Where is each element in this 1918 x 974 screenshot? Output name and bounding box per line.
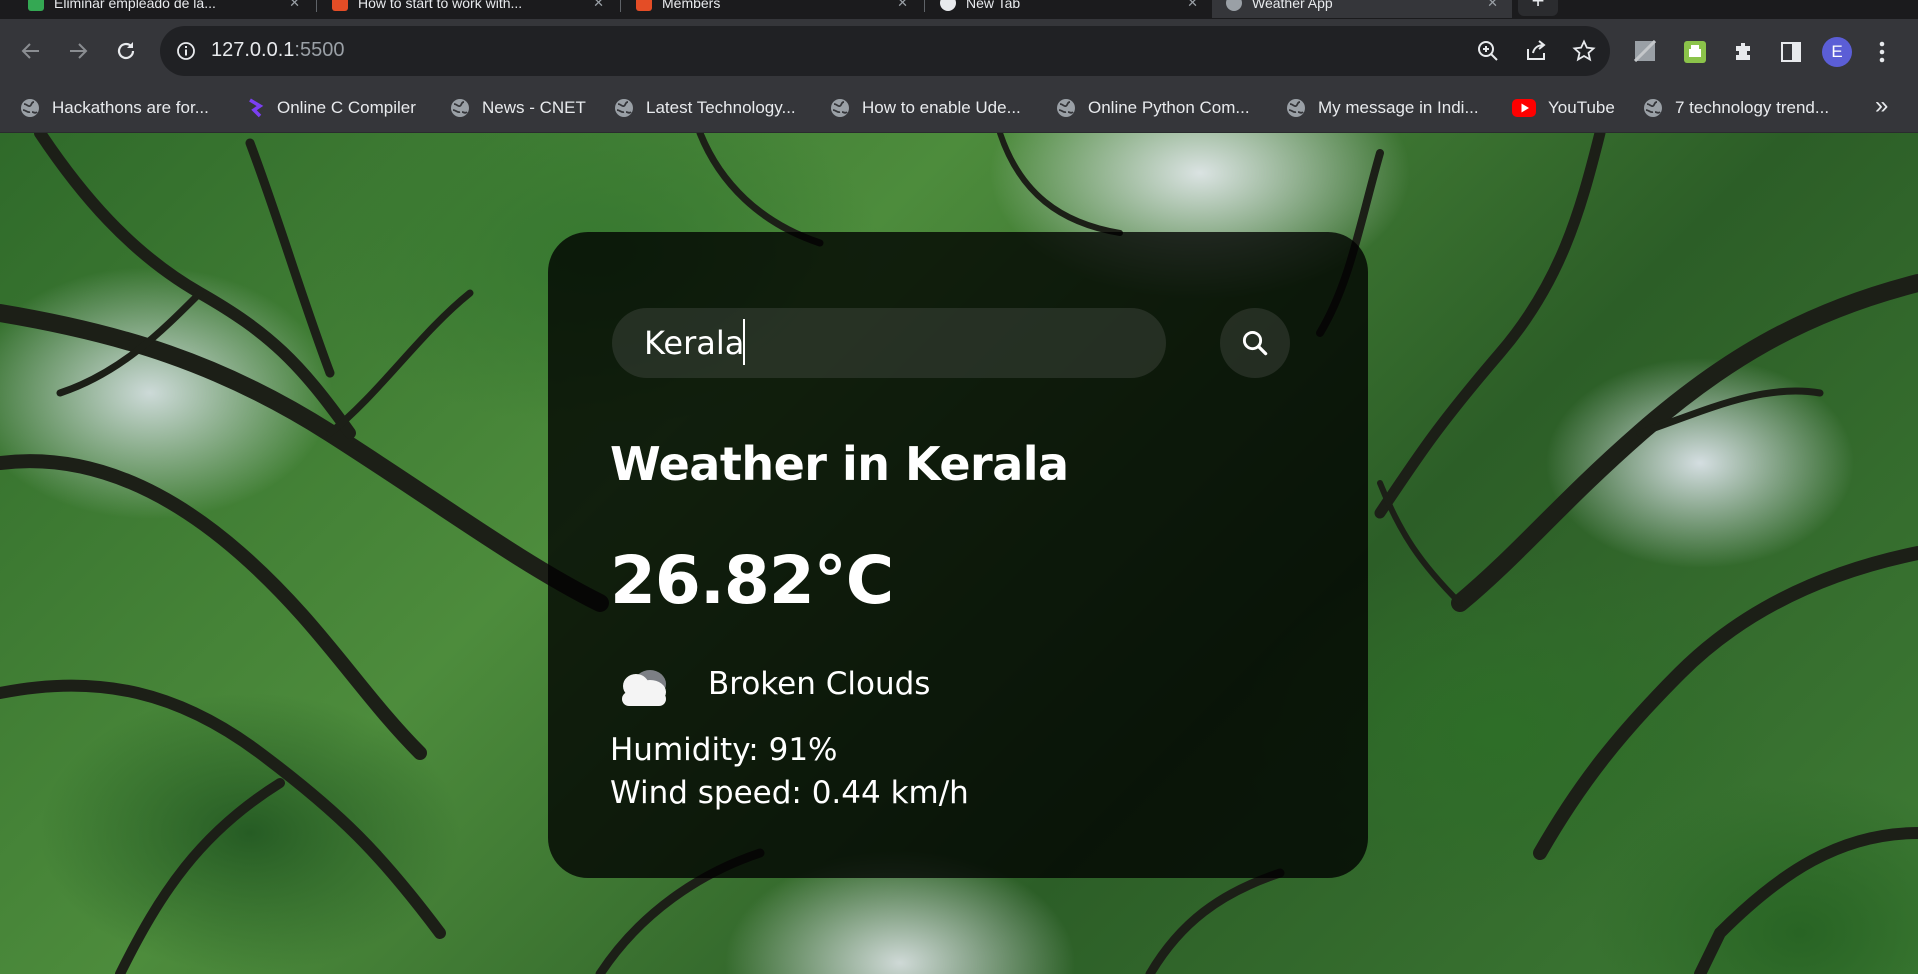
- tab-4[interactable]: New Tab ✕: [926, 0, 1212, 18]
- forward-arrow-icon: [70, 43, 88, 59]
- tab-strip: Eliminar empleado de la... ✕ How to star…: [0, 0, 1918, 19]
- tab-label: Members: [662, 0, 721, 11]
- youtube-icon: [1512, 99, 1536, 117]
- close-icon[interactable]: ✕: [1487, 0, 1498, 11]
- globe-icon: [1644, 99, 1662, 117]
- url-port: :5500: [294, 39, 345, 61]
- globe-icon: [451, 99, 469, 117]
- bookmark-label: My message in Indi...: [1318, 98, 1479, 117]
- sheets-favicon-icon: [28, 0, 44, 11]
- address-bar[interactable]: 127.0.0.1:5500: [160, 26, 1610, 76]
- globe-icon: [21, 99, 39, 117]
- tab-label: New Tab: [966, 0, 1021, 11]
- bookmarks-overflow-button[interactable]: »: [1875, 92, 1888, 120]
- print-extension-icon[interactable]: [1683, 40, 1707, 64]
- bookmark-item[interactable]: Latest Technology...: [614, 94, 796, 122]
- city-heading: Weather in Kerala: [610, 437, 1069, 491]
- browser-toolbar: 127.0.0.1:5500 E: [0, 19, 1918, 84]
- close-window-button[interactable]: [1860, 0, 1916, 19]
- wind-speed-readout: Wind speed: 0.44 km/h: [610, 775, 969, 811]
- back-button[interactable]: [13, 33, 49, 69]
- github-favicon-icon: [940, 0, 956, 11]
- extensions-puzzle-icon[interactable]: [1731, 40, 1755, 64]
- page-viewport: Weather in Kerala 26.82°C Broken Clouds …: [0, 133, 1918, 974]
- maximize-button[interactable]: [1792, 0, 1848, 19]
- humidity-readout: Humidity: 91%: [610, 732, 838, 768]
- bookmark-label: Hackathons are for...: [52, 98, 209, 117]
- url-host: 127.0.0.1: [211, 39, 295, 61]
- new-tab-button[interactable]: +: [1518, 0, 1558, 16]
- cloud-icon: [622, 670, 666, 706]
- tab-weather-app[interactable]: Weather App ✕: [1212, 0, 1512, 18]
- zoom-icon[interactable]: [1476, 39, 1500, 63]
- bookmark-label: 7 technology trend...: [1675, 98, 1830, 117]
- weather-condition: Broken Clouds: [708, 666, 931, 702]
- tab-2[interactable]: How to start to work with... ✕: [318, 0, 618, 18]
- tab-separator: [620, 0, 621, 12]
- minimize-button[interactable]: [1712, 0, 1768, 19]
- bookmark-item[interactable]: Online Python Com...: [1056, 94, 1250, 122]
- site-info-icon[interactable]: [176, 41, 196, 61]
- bookmark-item[interactable]: YouTube: [1512, 94, 1615, 122]
- bookmark-item[interactable]: Online C Compiler: [245, 94, 416, 122]
- tab-search-button[interactable]: [1632, 0, 1688, 19]
- programiz-icon: [249, 98, 264, 118]
- text-caret: [743, 319, 745, 365]
- bookmark-item[interactable]: My message in Indi...: [1286, 94, 1479, 122]
- close-icon[interactable]: ✕: [1187, 0, 1198, 11]
- bookmark-item[interactable]: How to enable Ude...: [830, 94, 1021, 122]
- extension-grey-icon[interactable]: [1634, 40, 1656, 62]
- bookmark-item[interactable]: 7 technology trend...: [1643, 94, 1829, 122]
- share-icon[interactable]: [1524, 39, 1548, 63]
- search-icon: [1242, 330, 1268, 356]
- globe-favicon-icon: [1226, 0, 1242, 11]
- tab-separator: [316, 0, 317, 12]
- close-icon[interactable]: ✕: [593, 0, 604, 11]
- bookmark-label: Online C Compiler: [277, 98, 416, 117]
- tab-label: Eliminar empleado de la...: [54, 0, 216, 11]
- globe-icon: [1057, 99, 1075, 117]
- search-button[interactable]: [1220, 308, 1290, 378]
- reload-button[interactable]: [108, 33, 144, 69]
- reload-icon: [117, 42, 135, 60]
- bookmark-label: YouTube: [1548, 98, 1615, 117]
- close-icon[interactable]: ✕: [289, 0, 300, 11]
- url-text[interactable]: 127.0.0.1:5500: [211, 39, 344, 62]
- bookmark-label: Online Python Com...: [1088, 98, 1250, 117]
- tab-3[interactable]: Members ✕: [622, 0, 922, 18]
- bookmarks-bar: Hackathons are for... Online C Compiler …: [0, 84, 1918, 133]
- forward-button[interactable]: [60, 33, 96, 69]
- bookmark-label: How to enable Ude...: [862, 98, 1021, 117]
- globe-icon: [1287, 99, 1305, 117]
- temperature: 26.82°C: [610, 542, 894, 619]
- members-favicon-icon: [636, 0, 652, 11]
- kebab-menu-icon[interactable]: [1875, 40, 1889, 64]
- article-favicon-icon: [332, 0, 348, 11]
- city-search-input[interactable]: [612, 308, 1166, 378]
- back-arrow-icon: [21, 43, 39, 59]
- tab-separator: [924, 0, 925, 12]
- globe-icon: [615, 99, 633, 117]
- tab-1[interactable]: Eliminar empleado de la... ✕: [14, 0, 314, 18]
- bookmark-label: Latest Technology...: [646, 98, 796, 117]
- bookmark-label: News - CNET: [482, 98, 586, 117]
- tab-label: Weather App: [1252, 0, 1333, 11]
- close-icon[interactable]: ✕: [897, 0, 908, 11]
- bookmark-star-icon[interactable]: [1572, 39, 1596, 63]
- side-panel-icon[interactable]: [1779, 40, 1803, 64]
- globe-icon: [831, 99, 849, 117]
- bookmark-item[interactable]: News - CNET: [450, 94, 586, 122]
- bookmark-item[interactable]: Hackathons are for...: [20, 94, 209, 122]
- tab-label: How to start to work with...: [358, 0, 523, 11]
- profile-avatar[interactable]: E: [1822, 37, 1852, 67]
- weather-card: Weather in Kerala 26.82°C Broken Clouds …: [548, 232, 1368, 878]
